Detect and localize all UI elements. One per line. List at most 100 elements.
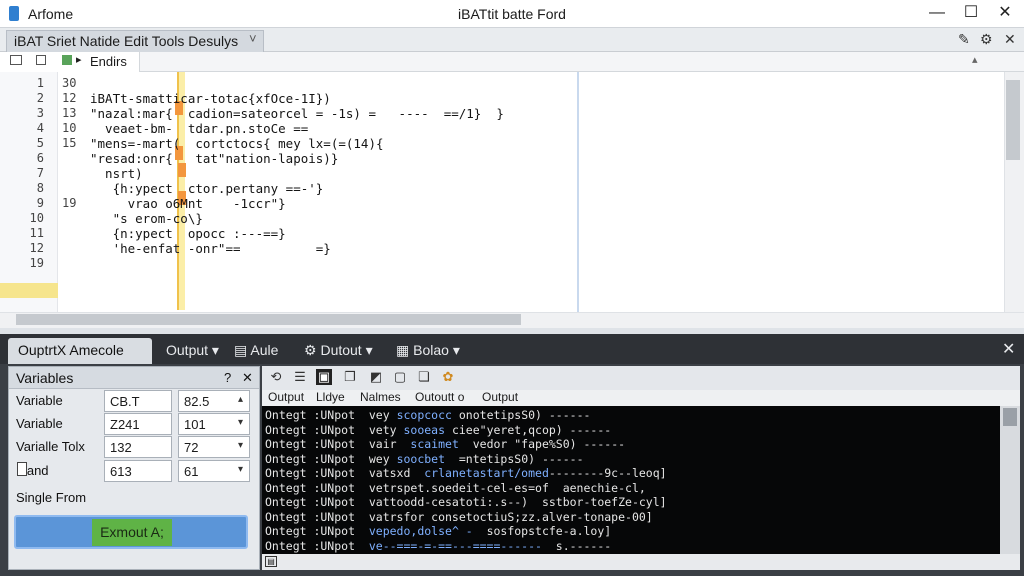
output-tab[interactable]: Outoutt o [415, 390, 464, 404]
bottom-panel-header [0, 334, 1024, 364]
tab-console[interactable]: OuptrtX Amecole [10, 338, 132, 362]
spinner-icon[interactable]: ▾ [238, 440, 243, 451]
console-text: Ontegt :UNpot vey [265, 408, 397, 422]
edit-icon[interactable]: ✎ [958, 31, 970, 48]
minimize-button[interactable]: — [920, 2, 954, 24]
variable-label: Variable [16, 393, 63, 408]
editor-toolbar [0, 52, 1024, 72]
variable-value-field[interactable]: 613 [104, 460, 172, 482]
variable-value: 82.5 [184, 394, 210, 409]
horizontal-scroll-thumb[interactable] [16, 314, 521, 325]
file-icon[interactable] [10, 55, 22, 65]
variable-value-field[interactable]: CB.T [104, 390, 172, 412]
editor-tab-label[interactable]: Endirs [90, 54, 127, 69]
output-tab[interactable]: Lldye [316, 390, 345, 404]
caret-icon: ▸ [76, 54, 82, 66]
variable-value-field[interactable]: Z241 [104, 413, 172, 435]
chart-icon[interactable]: ◩ [368, 369, 384, 385]
tree-icon[interactable] [62, 55, 72, 65]
console-status-bar [262, 554, 1020, 570]
console-scroll-thumb[interactable] [1003, 408, 1017, 426]
vertical-scroll-thumb[interactable] [1006, 80, 1020, 160]
close-icon[interactable]: ✕ [1004, 31, 1016, 48]
code-line[interactable]: nsrt) [90, 166, 143, 181]
console-text: ciee"yeret,qcop) ------ [445, 422, 612, 437]
console-text: sosfopstcfe-a.loy] [472, 524, 612, 538]
row-checkbox[interactable] [17, 462, 27, 476]
line-number-alt: 19 [62, 196, 77, 210]
tab-dutout-label: Dutout [320, 342, 362, 358]
line-number: 6 [36, 151, 44, 165]
maximize-button[interactable]: ☐ [954, 2, 988, 24]
editor-split-line [577, 72, 579, 312]
console-text: Ontegt :UNpot vair [265, 437, 411, 451]
variable-value-field[interactable]: 61 ▾ [178, 460, 250, 482]
console-highlight: scopcocc [396, 408, 452, 422]
variable-value: 61 [184, 464, 199, 479]
code-line[interactable]: {n:ypect opocc :---==} [90, 226, 286, 241]
output-tab[interactable]: Output [482, 390, 518, 404]
variable-value: 613 [110, 464, 132, 479]
code-line[interactable]: iBATt-smatticar-totac{xfOce-1I}) [90, 91, 331, 106]
line-number: 10 [29, 211, 44, 225]
chevron-down-icon[interactable]: ˅ [249, 31, 257, 46]
console-line: Ontegt :UNpot vair scaimet vedor "fape%S… [265, 437, 625, 451]
variable-value-field[interactable]: 132 [104, 436, 172, 458]
code-line[interactable]: "s erom-co\} [90, 211, 203, 226]
code-line[interactable]: "mens=-mart( cortctocs{ mey lx=(=(14){ [90, 136, 384, 151]
save-icon[interactable]: ▢ [392, 369, 408, 385]
gear-icon[interactable]: ⚙ [980, 31, 993, 48]
output-tab[interactable]: Nalmes [360, 390, 401, 404]
variable-value: Z241 [110, 417, 140, 432]
console-text: =ntetipsS0) ------ [445, 451, 584, 466]
console-scrollbar[interactable] [1000, 406, 1020, 554]
line-number: 11 [29, 226, 44, 240]
console-icon[interactable]: ▤ [265, 556, 277, 567]
close-panel-icon[interactable]: ✕ [994, 338, 1023, 362]
line-number-alt: 12 [62, 91, 77, 105]
variable-value-field[interactable]: 101 ▾ [178, 413, 250, 435]
close-window-button[interactable]: ✕ [988, 2, 1022, 24]
close-icon[interactable]: ✕ [242, 370, 253, 386]
spinner-icon[interactable]: ▾ [238, 417, 243, 428]
code-line[interactable]: "nazal:mar{ cadion=sateorcel = -1s) = --… [90, 106, 504, 121]
code-line[interactable]: vrao o6Mnt -1ccr"} [90, 196, 286, 211]
copy-icon[interactable]: ❐ [342, 369, 358, 385]
code-line[interactable]: "resad:onr{ tat"nation-lapois)} [90, 151, 338, 166]
variable-value: 101 [184, 417, 206, 432]
spinner-icon[interactable]: ▴ [238, 394, 243, 405]
grid-icon: ▦ [396, 342, 410, 358]
console-text: Ontegt :UNpot vatrsfor consetoctiuS;zz.a… [265, 509, 653, 524]
menu-items[interactable]: iBAT Sriet Natide Edit Tools Desulys [14, 33, 238, 49]
output-tab[interactable]: Output [268, 390, 304, 404]
window-icon[interactable]: ❏ [416, 369, 432, 385]
console-line: Ontegt :UNpot vatrsfor consetoctiuS;zz.a… [265, 510, 653, 524]
terminal-icon[interactable]: ▣ [316, 369, 332, 385]
tab-aule[interactable]: ▤ Aule [226, 338, 286, 362]
variable-label: Variable [16, 416, 63, 431]
variable-value-field[interactable]: 82.5 ▴ [178, 390, 250, 412]
tab-output[interactable]: Output ▾ [158, 338, 227, 362]
code-line[interactable]: veaet-bm- tdar.pn.stoCe == [90, 121, 308, 136]
line-number: 12 [29, 241, 44, 255]
line-number-alt: 30 [62, 76, 77, 90]
tab-bolao[interactable]: ▦ Bolao ▾ [388, 338, 468, 362]
code-line[interactable]: {h:ypect ctor.pertany ==-'} [90, 181, 324, 196]
console-line: Ontegt :UNpot vety sooeas ciee"yeret,qco… [265, 423, 611, 437]
tab-dutout[interactable]: ⚙ Dutout ▾ [296, 338, 381, 362]
code-line[interactable]: 'he-enfat -onr"== =} [90, 241, 331, 256]
expand-icon[interactable]: ▴ [972, 53, 978, 66]
variable-value-field[interactable]: 72 ▾ [178, 436, 250, 458]
help-icon[interactable]: ? [224, 370, 231, 385]
variable-value: CB.T [110, 394, 140, 409]
palette-icon[interactable]: ✿ [440, 369, 456, 385]
refresh-icon[interactable]: ⟲ [268, 369, 284, 385]
variables-title: Variables [16, 370, 74, 386]
export-button-label[interactable]: Exmout A; [92, 519, 172, 546]
filter-icon[interactable]: ☰ [292, 369, 308, 385]
spinner-icon[interactable]: ▾ [238, 464, 243, 475]
line-number: 4 [36, 121, 44, 135]
console-highlight: ve--===-=-==---====------ [368, 538, 542, 553]
page-icon[interactable] [36, 55, 46, 65]
line-number: 5 [36, 136, 44, 150]
